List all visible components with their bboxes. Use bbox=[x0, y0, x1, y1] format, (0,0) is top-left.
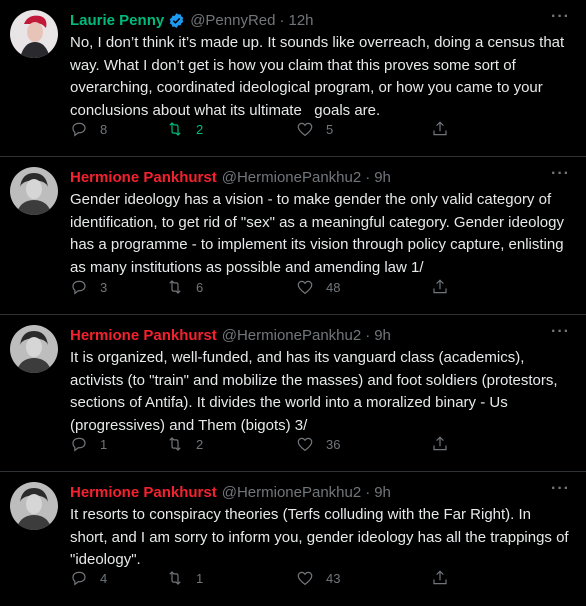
retweet-count: 2 bbox=[196, 436, 204, 452]
tweet-text: No, I don’t think it’s made up. It sound… bbox=[70, 34, 569, 119]
tweet[interactable]: Hermione Pankhurst @HermionePankhu2 · 9h… bbox=[0, 315, 586, 472]
like-button[interactable]: 5 bbox=[296, 120, 431, 138]
reply-icon bbox=[72, 280, 86, 295]
author-handle[interactable]: @HermionePankhu2 bbox=[222, 484, 361, 501]
retweet-count: 1 bbox=[196, 570, 204, 586]
tweet-text: It resorts to conspiracy theories (Terfs… bbox=[70, 506, 573, 568]
avatar[interactable] bbox=[10, 325, 58, 373]
reply-button[interactable]: 4 bbox=[70, 569, 166, 587]
heart-icon bbox=[297, 280, 313, 295]
reply-count: 3 bbox=[100, 279, 108, 295]
heart-icon bbox=[297, 122, 313, 137]
retweet-icon bbox=[169, 437, 181, 451]
share-icon bbox=[433, 121, 447, 136]
reply-button[interactable]: 1 bbox=[70, 435, 166, 453]
timestamp[interactable]: 9h bbox=[374, 169, 391, 186]
heart-icon bbox=[297, 571, 313, 586]
separator: · bbox=[279, 11, 285, 29]
avatar[interactable] bbox=[10, 482, 58, 530]
reply-icon bbox=[72, 571, 86, 586]
reply-count: 8 bbox=[100, 121, 108, 137]
action-bar: 8 2 5 bbox=[70, 120, 506, 138]
share-button[interactable] bbox=[431, 120, 461, 138]
more-icon[interactable]: ··· bbox=[551, 8, 570, 26]
avatar[interactable] bbox=[10, 10, 58, 58]
timestamp[interactable]: 12h bbox=[288, 12, 313, 29]
tweet[interactable]: Hermione Pankhurst @HermionePankhu2 · 9h… bbox=[0, 472, 586, 606]
retweet-button[interactable]: 1 bbox=[166, 569, 296, 587]
share-icon bbox=[433, 436, 447, 451]
heart-icon bbox=[297, 437, 313, 452]
timestamp[interactable]: 9h bbox=[374, 327, 391, 344]
verified-badge-icon bbox=[168, 12, 185, 29]
timestamp[interactable]: 9h bbox=[374, 484, 391, 501]
like-count: 48 bbox=[326, 279, 341, 295]
author-name[interactable]: Hermione Pankhurst bbox=[70, 327, 217, 344]
share-button[interactable] bbox=[431, 278, 461, 296]
reply-count: 1 bbox=[100, 436, 108, 452]
retweet-count: 2 bbox=[196, 121, 204, 137]
separator: · bbox=[365, 326, 371, 344]
retweet-icon bbox=[169, 571, 181, 585]
tweet-text: It is organized, well-funded, and has it… bbox=[70, 349, 562, 434]
action-bar: 1 2 36 bbox=[70, 435, 506, 453]
author-handle[interactable]: @HermionePankhu2 bbox=[222, 327, 361, 344]
separator: · bbox=[365, 168, 371, 186]
like-button[interactable]: 43 bbox=[296, 569, 431, 587]
like-button[interactable]: 48 bbox=[296, 278, 431, 296]
reply-button[interactable]: 3 bbox=[70, 278, 166, 296]
action-bar: 3 6 48 bbox=[70, 278, 506, 296]
reply-icon bbox=[72, 437, 86, 452]
tweet-text: Gender ideology has a vision - to make g… bbox=[70, 191, 569, 276]
retweet-button[interactable]: 2 bbox=[166, 435, 296, 453]
share-button[interactable] bbox=[431, 435, 461, 453]
action-bar: 4 1 43 bbox=[70, 569, 506, 587]
retweet-count: 6 bbox=[196, 279, 204, 295]
more-icon[interactable]: ··· bbox=[551, 480, 570, 498]
tweet[interactable]: Hermione Pankhurst @HermionePankhu2 · 9h… bbox=[0, 157, 586, 315]
more-icon[interactable]: ··· bbox=[551, 323, 570, 341]
like-count: 5 bbox=[326, 121, 334, 137]
retweet-button[interactable]: 2 bbox=[166, 120, 296, 138]
reply-icon bbox=[72, 122, 86, 137]
retweet-icon bbox=[169, 122, 181, 136]
author-handle[interactable]: @PennyRed bbox=[190, 12, 275, 29]
like-count: 43 bbox=[326, 570, 341, 586]
retweet-icon bbox=[169, 280, 181, 294]
share-icon bbox=[433, 279, 447, 294]
tweet[interactable]: Laurie Penny @PennyRed · 12h ··· No, I d… bbox=[0, 0, 586, 157]
separator: · bbox=[365, 483, 371, 501]
share-button[interactable] bbox=[431, 569, 461, 587]
author-name[interactable]: Hermione Pankhurst bbox=[70, 484, 217, 501]
author-name[interactable]: Laurie Penny bbox=[70, 12, 164, 29]
like-count: 36 bbox=[326, 436, 341, 452]
avatar[interactable] bbox=[10, 167, 58, 215]
more-icon[interactable]: ··· bbox=[551, 165, 570, 183]
share-icon bbox=[433, 570, 447, 585]
author-handle[interactable]: @HermionePankhu2 bbox=[222, 169, 361, 186]
author-name[interactable]: Hermione Pankhurst bbox=[70, 169, 217, 186]
like-button[interactable]: 36 bbox=[296, 435, 431, 453]
reply-count: 4 bbox=[100, 570, 108, 586]
reply-button[interactable]: 8 bbox=[70, 120, 166, 138]
retweet-button[interactable]: 6 bbox=[166, 278, 296, 296]
